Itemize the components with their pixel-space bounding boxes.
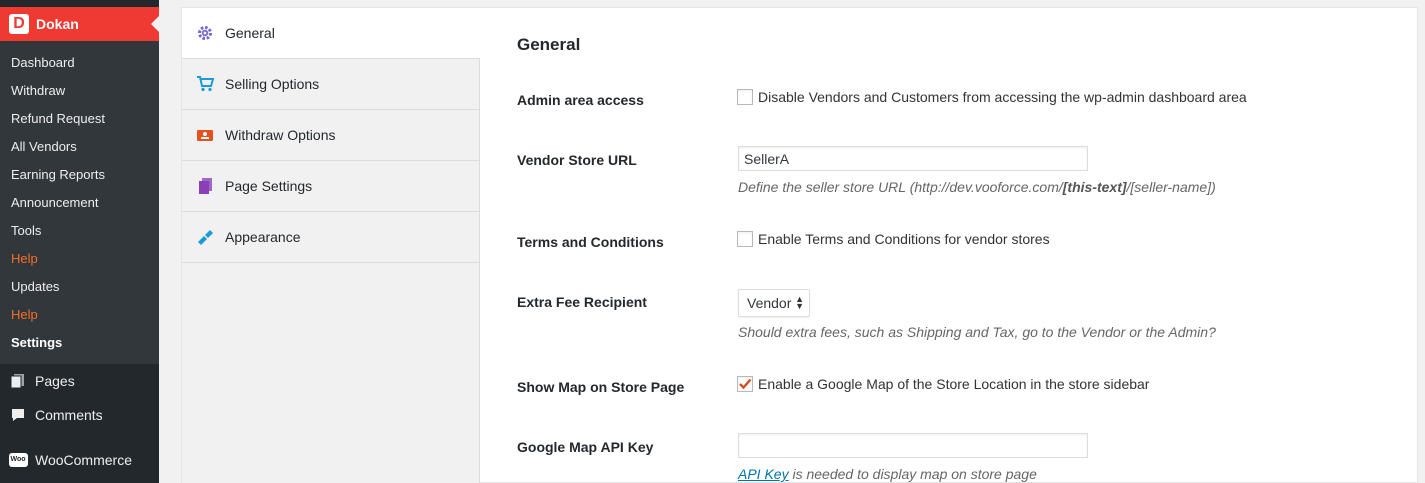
- pages-icon: [8, 371, 28, 391]
- vendor-store-url-input[interactable]: [738, 146, 1088, 171]
- menu-pages[interactable]: Pages: [0, 364, 159, 398]
- woocommerce-badge: Woo: [8, 453, 28, 467]
- menu-woocommerce[interactable]: Woo WooCommerce: [0, 443, 159, 477]
- extra-fee-selected-value: Vendor: [747, 295, 792, 311]
- dokan-submenu: Dashboard Withdraw Refund Request All Ve…: [0, 41, 159, 364]
- brush-icon: [196, 228, 214, 246]
- tab-appearance-label: Appearance: [225, 229, 301, 245]
- settings-panel: General Selling Options Withdraw Options…: [181, 7, 1418, 483]
- dokan-menu-item[interactable]: D Dokan: [0, 7, 159, 41]
- extra-fee-recipient-select[interactable]: Vendor ▲ ▼: [738, 289, 810, 317]
- submenu-earning-reports[interactable]: Earning Reports: [11, 167, 105, 182]
- terms-checkbox-label: Enable Terms and Conditions for vendor s…: [758, 231, 1050, 247]
- form-title: General: [517, 35, 581, 54]
- show-map-checkbox[interactable]: [737, 376, 753, 392]
- label-terms-and-conditions: Terms and Conditions: [517, 234, 664, 250]
- gear-icon: [196, 24, 214, 42]
- select-arrows-icon: ▲ ▼: [795, 294, 804, 311]
- tab-general-label: General: [225, 25, 275, 41]
- submenu-help[interactable]: Help: [11, 251, 38, 266]
- show-map-option[interactable]: Enable a Google Map of the Store Locatio…: [737, 376, 1149, 392]
- label-vendor-store-url: Vendor Store URL: [517, 152, 637, 168]
- vendor-store-url-description: Define the seller store URL (http://dev.…: [738, 179, 1216, 195]
- comments-icon: [8, 405, 28, 425]
- submenu-updates[interactable]: Updates: [11, 279, 59, 294]
- admin-access-checkbox-label: Disable Vendors and Customers from acces…: [758, 89, 1247, 105]
- withdraw-icon: [196, 126, 214, 144]
- submenu-dashboard[interactable]: Dashboard: [11, 55, 75, 70]
- tab-selling-options[interactable]: Selling Options: [182, 59, 480, 110]
- tab-selling-options-label: Selling Options: [225, 76, 320, 92]
- show-map-checkbox-label: Enable a Google Map of the Store Locatio…: [758, 376, 1150, 392]
- admin-access-option[interactable]: Disable Vendors and Customers from acces…: [737, 89, 1247, 105]
- admin-access-checkbox[interactable]: [737, 89, 753, 105]
- settings-nav: General Selling Options Withdraw Options…: [182, 8, 480, 483]
- store-url-desc-suffix: /[seller-name]): [1126, 179, 1216, 195]
- page-settings-icon: [196, 177, 214, 195]
- tab-withdraw-options[interactable]: Withdraw Options: [182, 110, 480, 161]
- dokan-logo-icon: D: [9, 14, 29, 34]
- tab-withdraw-options-label: Withdraw Options: [225, 127, 336, 143]
- submenu-settings[interactable]: Settings: [11, 335, 62, 350]
- submenu-announcement[interactable]: Announcement: [11, 195, 98, 210]
- dokan-menu-label: Dokan: [36, 16, 79, 32]
- woocommerce-icon: Woo: [8, 450, 28, 470]
- tab-page-settings[interactable]: Page Settings: [182, 161, 480, 212]
- tab-appearance[interactable]: Appearance: [182, 212, 480, 263]
- submenu-refund-request[interactable]: Refund Request: [11, 111, 105, 126]
- label-google-map-api-key: Google Map API Key: [517, 439, 654, 455]
- admin-sidebar: D Dokan Dashboard Withdraw Refund Reques…: [0, 0, 159, 483]
- store-url-desc-bold: [this-text]: [1062, 179, 1127, 195]
- label-show-map: Show Map on Store Page: [517, 379, 685, 395]
- menu-pages-label: Pages: [35, 373, 75, 389]
- submenu-all-vendors[interactable]: All Vendors: [11, 139, 77, 154]
- submenu-help-2[interactable]: Help: [11, 307, 38, 322]
- submenu-tools[interactable]: Tools: [11, 223, 41, 238]
- api-key-desc-rest: is needed to display map on store page: [788, 466, 1037, 482]
- store-url-desc-prefix: Define the seller store URL (http://dev.…: [738, 179, 1063, 195]
- api-key-description: API Key is needed to display map on stor…: [738, 466, 1037, 482]
- tab-page-settings-label: Page Settings: [225, 178, 313, 194]
- menu-comments-label: Comments: [35, 407, 103, 423]
- extra-fee-description: Should extra fees, such as Shipping and …: [738, 324, 1216, 340]
- terms-option[interactable]: Enable Terms and Conditions for vendor s…: [737, 231, 1050, 247]
- tab-general[interactable]: General: [182, 8, 480, 59]
- label-admin-area-access: Admin area access: [517, 92, 644, 108]
- menu-woocommerce-label: WooCommerce: [35, 452, 132, 468]
- checkmark-icon: [739, 378, 752, 390]
- cart-icon: [196, 75, 214, 93]
- terms-checkbox[interactable]: [737, 231, 753, 247]
- menu-comments[interactable]: Comments: [0, 398, 159, 432]
- api-key-link[interactable]: API Key: [738, 466, 789, 482]
- google-map-api-key-input[interactable]: [738, 433, 1088, 458]
- submenu-withdraw[interactable]: Withdraw: [11, 83, 65, 98]
- label-extra-fee-recipient: Extra Fee Recipient: [517, 294, 647, 310]
